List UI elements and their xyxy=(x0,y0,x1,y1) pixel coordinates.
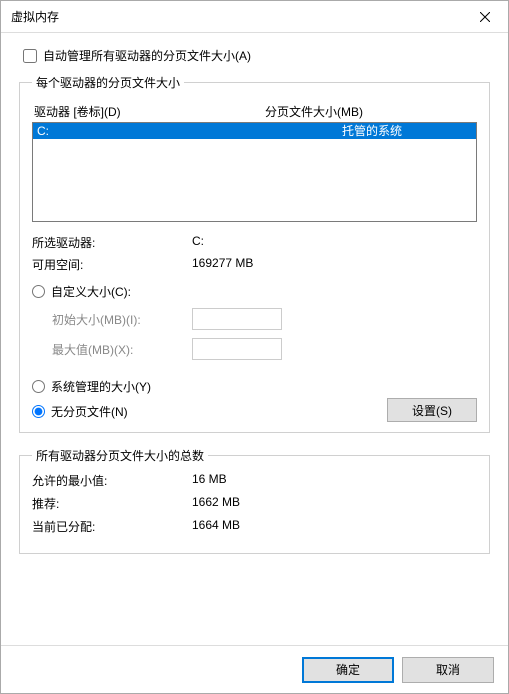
ok-button[interactable]: 确定 xyxy=(302,657,394,683)
recommended-value: 1662 MB xyxy=(192,495,477,512)
totals-group: 所有驱动器分页文件大小的总数 允许的最小值: 16 MB 推荐: 1662 MB… xyxy=(19,447,490,554)
close-icon xyxy=(480,12,490,22)
max-size-input[interactable] xyxy=(192,338,282,360)
dialog-window: 虚拟内存 自动管理所有驱动器的分页文件大小(A) 每个驱动器的分页文件大小 驱动… xyxy=(0,0,509,694)
initial-size-label: 初始大小(MB)(I): xyxy=(52,311,192,328)
free-space-label: 可用空间: xyxy=(32,256,192,273)
free-space-value: 169277 MB xyxy=(192,256,477,273)
dialog-content: 自动管理所有驱动器的分页文件大小(A) 每个驱动器的分页文件大小 驱动器 [卷标… xyxy=(1,33,508,645)
no-paging-radio[interactable] xyxy=(32,405,45,418)
close-button[interactable] xyxy=(462,1,508,33)
column-header-size: 分页文件大小(MB) xyxy=(265,103,475,120)
min-allowed-label: 允许的最小值: xyxy=(32,472,192,489)
current-alloc-value: 1664 MB xyxy=(192,518,477,535)
auto-manage-checkbox[interactable] xyxy=(23,49,37,63)
current-alloc-label: 当前已分配: xyxy=(32,518,192,535)
initial-size-input[interactable] xyxy=(192,308,282,330)
totals-legend: 所有驱动器分页文件大小的总数 xyxy=(32,447,208,464)
recommended-label: 推荐: xyxy=(32,495,192,512)
custom-size-radio[interactable] xyxy=(32,285,45,298)
drive-name: C: xyxy=(37,123,272,139)
auto-manage-label: 自动管理所有驱动器的分页文件大小(A) xyxy=(43,47,251,64)
drive-list[interactable]: C: 托管的系统 xyxy=(32,122,477,222)
cancel-button[interactable]: 取消 xyxy=(402,657,494,683)
per-drive-legend: 每个驱动器的分页文件大小 xyxy=(32,74,184,91)
custom-size-label: 自定义大小(C): xyxy=(51,283,131,300)
set-button[interactable]: 设置(S) xyxy=(387,398,477,422)
drive-size: 托管的系统 xyxy=(272,123,472,139)
window-title: 虚拟内存 xyxy=(11,8,59,25)
system-managed-label: 系统管理的大小(Y) xyxy=(51,378,151,395)
titlebar: 虚拟内存 xyxy=(1,1,508,33)
selected-drive-value: C: xyxy=(192,234,477,251)
dialog-footer: 确定 取消 xyxy=(1,645,508,693)
per-drive-group: 每个驱动器的分页文件大小 驱动器 [卷标](D) 分页文件大小(MB) C: 托… xyxy=(19,74,490,433)
drive-row[interactable]: C: 托管的系统 xyxy=(33,123,476,139)
selected-drive-label: 所选驱动器: xyxy=(32,234,192,251)
system-managed-radio[interactable] xyxy=(32,380,45,393)
max-size-label: 最大值(MB)(X): xyxy=(52,341,192,358)
column-header-drive: 驱动器 [卷标](D) xyxy=(34,103,265,120)
min-allowed-value: 16 MB xyxy=(192,472,477,489)
no-paging-label: 无分页文件(N) xyxy=(51,403,128,420)
